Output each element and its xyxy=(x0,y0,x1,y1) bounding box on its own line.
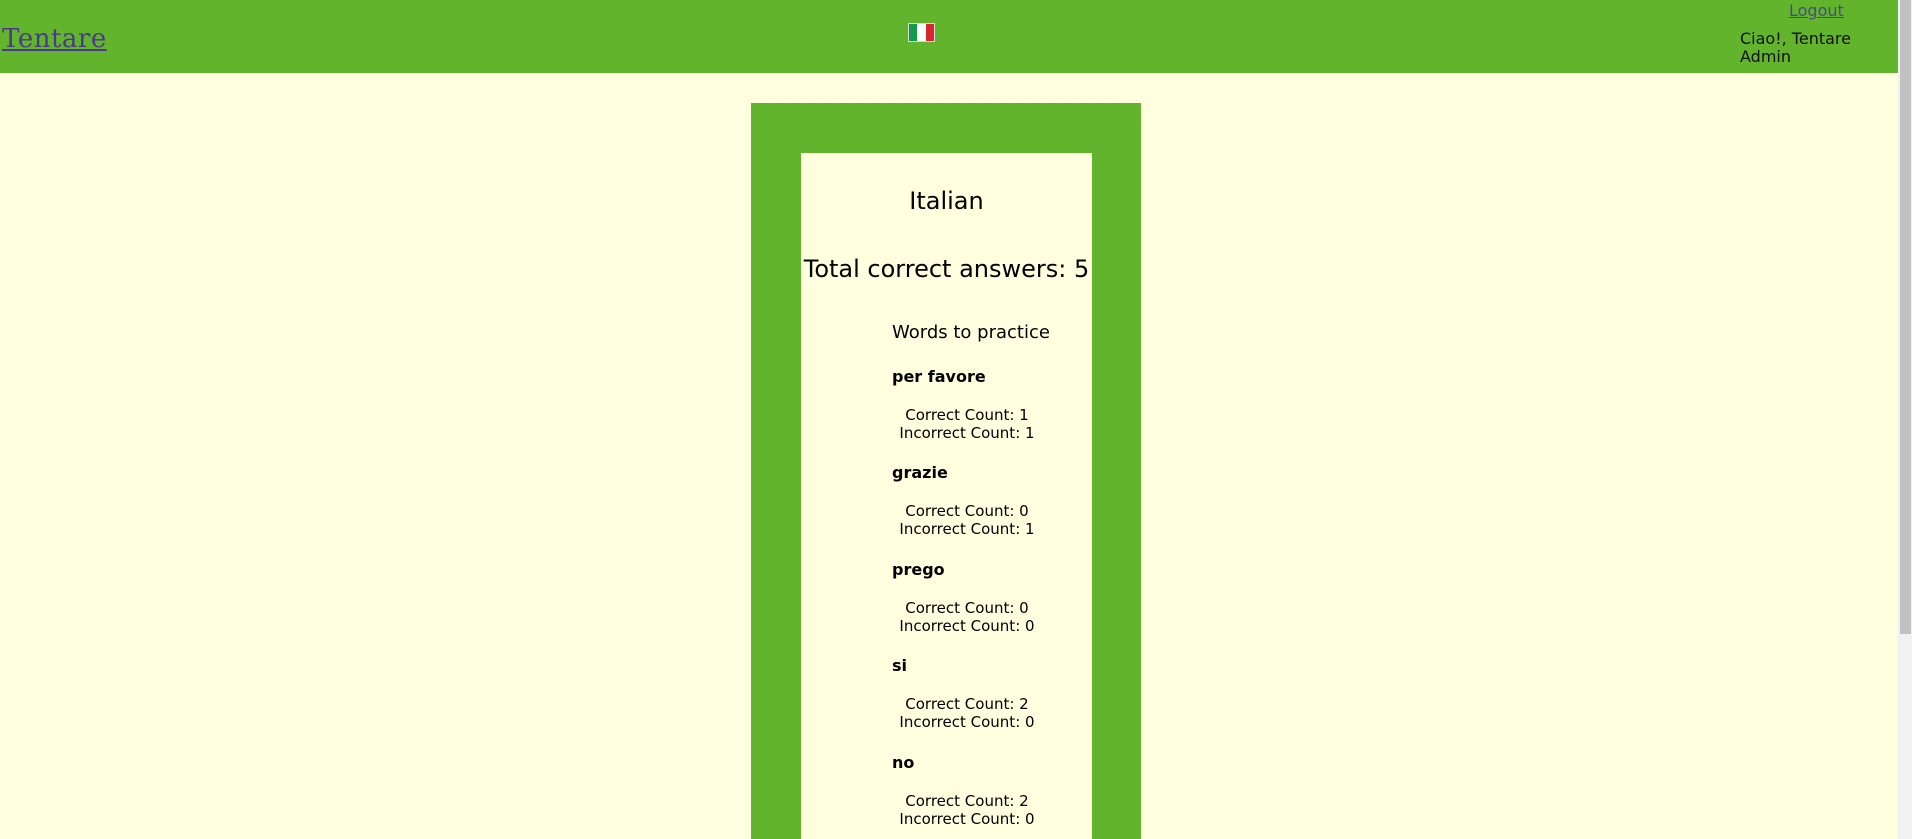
correct-count: Correct Count: 2 xyxy=(905,695,1029,713)
words-to-practice-heading: Words to practice xyxy=(892,322,1050,343)
language-title: Italian xyxy=(909,187,984,215)
word-stats: Correct Count: 2 Incorrect Count: 0 xyxy=(892,792,1042,828)
word-stats: Correct Count: 0 Incorrect Count: 0 xyxy=(892,599,1042,635)
incorrect-count: Incorrect Count: 0 xyxy=(899,713,1035,731)
incorrect-count: Incorrect Count: 1 xyxy=(899,424,1035,442)
brand-link[interactable]: Tentare xyxy=(2,24,107,54)
word-stats: Correct Count: 2 Incorrect Count: 0 xyxy=(892,695,1042,731)
practice-word: prego xyxy=(892,560,945,579)
practice-word: si xyxy=(892,656,908,675)
correct-count: Correct Count: 2 xyxy=(905,792,1029,810)
word-stats: Correct Count: 1 Incorrect Count: 1 xyxy=(892,406,1042,442)
page: Tentare Logout Ciao!, Tentare Admin Ital… xyxy=(0,0,1912,839)
incorrect-count: Incorrect Count: 0 xyxy=(899,617,1035,635)
incorrect-count: Incorrect Count: 1 xyxy=(899,520,1035,538)
italian-flag-icon[interactable] xyxy=(908,23,935,42)
incorrect-count: Incorrect Count: 0 xyxy=(899,810,1035,828)
practice-word: grazie xyxy=(892,463,948,482)
user-greeting: Ciao!, Tentare Admin xyxy=(1740,29,1851,66)
top-navbar: Tentare Logout Ciao!, Tentare Admin xyxy=(0,0,1898,73)
scrollbar-thumb[interactable] xyxy=(1900,0,1911,634)
correct-count: Correct Count: 0 xyxy=(905,502,1029,520)
correct-count: Correct Count: 0 xyxy=(905,599,1029,617)
practice-word: no xyxy=(892,753,915,772)
correct-count: Correct Count: 1 xyxy=(905,406,1029,424)
total-correct-answers: Total correct answers: 5 xyxy=(803,255,1090,283)
practice-word: per favore xyxy=(892,367,986,386)
word-stats: Correct Count: 0 Incorrect Count: 1 xyxy=(892,502,1042,538)
logout-link[interactable]: Logout xyxy=(1789,1,1844,20)
